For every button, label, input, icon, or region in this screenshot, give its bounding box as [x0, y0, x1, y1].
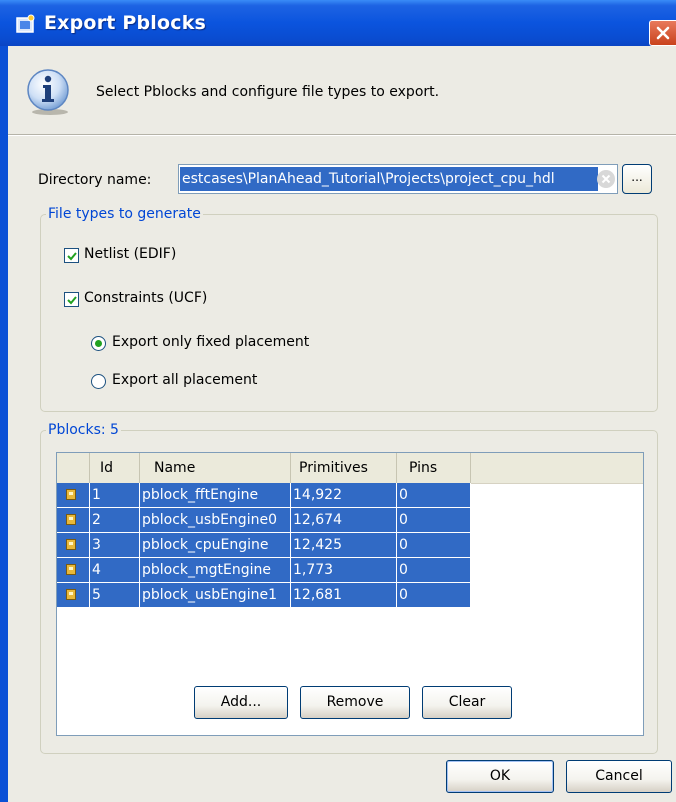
- check-icon: [67, 296, 77, 305]
- column-header-primitives[interactable]: Primitives: [291, 453, 397, 483]
- netlist-label[interactable]: Netlist (EDIF): [84, 246, 176, 262]
- add-button[interactable]: Add...: [194, 686, 288, 719]
- cell-primitives: 12,681: [291, 583, 397, 608]
- table-row[interactable]: 3 pblock_cpuEngine 12,425 0: [57, 533, 471, 558]
- close-button[interactable]: [649, 20, 676, 46]
- pblock-icon: [57, 483, 90, 508]
- export-pblocks-window: Export Pblocks Select Pblocks and config…: [0, 0, 676, 802]
- pblock-icon: [57, 508, 90, 533]
- cell-id: 3: [90, 533, 140, 558]
- pblock-icon: [57, 558, 90, 583]
- table-row[interactable]: 5 pblock_usbEngine1 12,681 0: [57, 583, 471, 608]
- remove-button[interactable]: Remove: [300, 686, 410, 719]
- cell-pins: 0: [397, 508, 471, 533]
- export-all-placement-radio[interactable]: [91, 374, 106, 389]
- cell-name: pblock_mgtEngine: [140, 558, 291, 583]
- close-icon: [656, 26, 670, 40]
- constraints-checkbox[interactable]: [64, 292, 79, 307]
- browse-button[interactable]: ...: [622, 164, 652, 194]
- table-row[interactable]: 4 pblock_mgtEngine 1,773 0: [57, 558, 471, 583]
- pblocks-legend: Pblocks: 5: [46, 422, 121, 438]
- app-icon: [16, 14, 35, 33]
- table-row[interactable]: 1 pblock_fftEngine 14,922 0: [57, 483, 471, 508]
- export-fixed-placement-label[interactable]: Export only fixed placement: [112, 334, 309, 350]
- cell-name: pblock_fftEngine: [140, 483, 291, 508]
- file-types-legend: File types to generate: [46, 206, 203, 222]
- column-header-icon[interactable]: [57, 453, 90, 483]
- check-icon: [67, 252, 77, 261]
- cell-name: pblock_usbEngine1: [140, 583, 291, 608]
- column-header-name[interactable]: Name: [140, 453, 291, 483]
- title-bar[interactable]: Export Pblocks: [0, 0, 676, 46]
- cell-primitives: 1,773: [291, 558, 397, 583]
- cell-id: 4: [90, 558, 140, 583]
- ok-button[interactable]: OK: [446, 760, 554, 793]
- column-header-pins[interactable]: Pins: [397, 453, 471, 483]
- directory-label: Directory name:: [38, 172, 152, 188]
- directory-value[interactable]: estcases\PlanAhead_Tutorial\Projects\pro…: [180, 167, 598, 191]
- netlist-checkbox[interactable]: [64, 248, 79, 263]
- cell-pins: 0: [397, 483, 471, 508]
- column-header-id[interactable]: Id: [90, 453, 140, 483]
- clear-field-icon[interactable]: [597, 170, 615, 188]
- table-header: Id Name Primitives Pins: [57, 453, 643, 484]
- cell-primitives: 12,425: [291, 533, 397, 558]
- directory-input[interactable]: estcases\PlanAhead_Tutorial\Projects\pro…: [178, 164, 618, 194]
- cell-pins: 0: [397, 583, 471, 608]
- window-title: Export Pblocks: [44, 12, 207, 34]
- table-row[interactable]: 2 pblock_usbEngine0 12,674 0: [57, 508, 471, 533]
- cell-id: 2: [90, 508, 140, 533]
- info-icon: [27, 69, 69, 115]
- cell-id: 5: [90, 583, 140, 608]
- header-message: Select Pblocks and configure file types …: [96, 84, 440, 100]
- cell-name: pblock_usbEngine0: [140, 508, 291, 533]
- cell-name: pblock_cpuEngine: [140, 533, 291, 558]
- dialog-body: Select Pblocks and configure file types …: [8, 46, 676, 802]
- cell-pins: 0: [397, 558, 471, 583]
- dialog-header: Select Pblocks and configure file types …: [8, 46, 676, 132]
- pblock-icon: [57, 583, 90, 608]
- clear-button[interactable]: Clear: [422, 686, 512, 719]
- cancel-button[interactable]: Cancel: [566, 760, 672, 793]
- header-divider: [8, 134, 676, 136]
- cell-pins: 0: [397, 533, 471, 558]
- pblock-icon: [57, 533, 90, 558]
- export-fixed-placement-radio[interactable]: [91, 336, 106, 351]
- cell-id: 1: [90, 483, 140, 508]
- cell-primitives: 14,922: [291, 483, 397, 508]
- constraints-label[interactable]: Constraints (UCF): [84, 290, 207, 306]
- cell-primitives: 12,674: [291, 508, 397, 533]
- export-all-placement-label[interactable]: Export all placement: [112, 372, 257, 388]
